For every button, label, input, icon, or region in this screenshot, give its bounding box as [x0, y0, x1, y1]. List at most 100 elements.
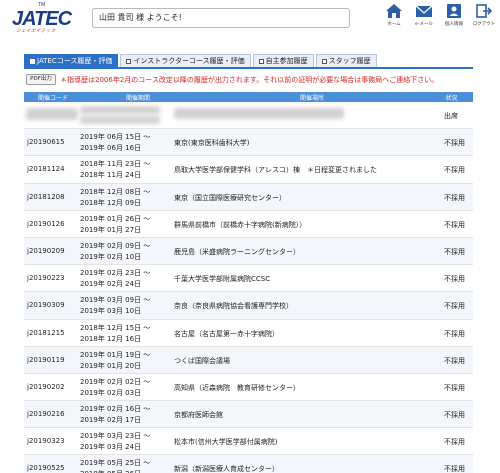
row-status: 不採用 [444, 411, 465, 420]
history-tabs: JATECコース履歴・評価 インストラクターコース履歴・評価 自主参加履歴 スタ… [24, 54, 379, 67]
tab-square-icon [126, 58, 132, 64]
email-label: e-メール [415, 22, 433, 27]
home-icon [386, 4, 402, 18]
row-place: 千葉大学医学部附属病院CCSC [174, 275, 271, 284]
logout-button[interactable]: ログアウト [471, 3, 497, 35]
profile-button[interactable]: 個人情報 [441, 3, 467, 35]
table-row: j20190309 2019年 03月 09日 〜 2019年 03月 10日 奈良（… [24, 292, 473, 320]
row-status: 出席 [444, 112, 458, 120]
tab-voluntary-participation[interactable]: 自主参加履歴 [252, 54, 314, 67]
row-status: 不採用 [444, 356, 465, 365]
table-row: j20190216 2019年 02月 16日 〜 2019年 02月 17日 京都府… [24, 401, 473, 429]
row-end-date: 2019年 02月 10日 [80, 252, 142, 261]
tab-instructor-course-history[interactable]: インストラクターコース履歴・評価 [120, 54, 251, 67]
row-end-date: 2018年 12月 16日 [80, 334, 142, 343]
table-row: j20190223 2019年 02月 23日 〜 2019年 02月 24日 千葉大… [24, 265, 473, 293]
header: TM JATEC ジェイエイテック 山田 貴司 様 ようこそ! ホーム e-メー… [0, 0, 500, 40]
row-end-date: 2019年 05月 26日 [80, 469, 141, 473]
row-code: j20190216 [27, 410, 65, 419]
row-end-date: 2019年 03月 24日 [80, 443, 142, 452]
pdf-export-button[interactable]: PDF出力 [26, 74, 56, 85]
column-header-code: 開催コード [37, 95, 68, 102]
row-code: j20190119 [27, 355, 65, 364]
column-header-place: 開催場所 [299, 95, 324, 102]
row-start-date: 2019年 06月 15日 〜 [80, 133, 151, 142]
logout-icon [476, 4, 493, 18]
tab-square-icon [258, 58, 264, 64]
table-row: j20190525 2019年 05月 25日 〜2019年 05月 26日 新潟（… [24, 455, 473, 473]
table-row: j20190615 2019年 06月 15日 〜 2019年 06月 16日 東京(… [24, 129, 473, 157]
tab-jatec-course-history[interactable]: JATECコース履歴・評価 [24, 54, 119, 67]
row-end-date: 2019年 02月 03日 [80, 388, 142, 397]
row-place: 奈良（奈良県病院協会看護専門学校） [174, 302, 293, 311]
table-row: j20190209 2019年 02月 09日 〜 2019年 02月 10日 鹿児島… [24, 237, 473, 266]
redacted-text [174, 108, 344, 119]
row-status: 不採用 [444, 139, 465, 148]
row-end-date: 2019年 03月 10日 [80, 307, 142, 316]
row-end-date: 2019年 06月 16日 [80, 144, 142, 153]
tab-square-icon [30, 58, 35, 64]
table-row: 出席 [24, 102, 473, 130]
row-place: 東京(東京医科歯科大学) [174, 139, 250, 148]
row-code: j20190202 [27, 382, 65, 391]
row-place: 松本市(信州大学医学部付属病院) [174, 438, 278, 447]
column-header-date: 開催期間 [125, 95, 150, 102]
row-start-date: 2019年 02月 09日 〜 [80, 241, 151, 250]
row-code: j20190615 [27, 138, 65, 147]
course-history-table: 出席 j20190615 2019年 06月 15日 〜 2019年 06月 16日東… [24, 102, 473, 473]
row-code: j20190323 [27, 437, 65, 446]
row-code: j20190525 [27, 464, 65, 473]
tab-label: インストラクターコース履歴・評価 [133, 57, 245, 65]
row-place: 高知県（近森病院 教育研修センター） [174, 383, 300, 392]
history-notice: ＊指導歴は2006年2月のコース改定以降の履歴が出力されます。それ以前の証明が必… [60, 76, 439, 84]
redacted-text [80, 106, 160, 114]
row-place: 名古屋（名古屋第一赤十字病院） [174, 329, 279, 338]
tab-label: JATECコース履歴・評価 [37, 57, 113, 65]
row-status: 不採用 [444, 329, 465, 338]
table-row: j20190126 2019年 01月 26日 〜 2019年 01月 27日 群馬県… [24, 211, 473, 238]
row-start-date: 2019年 02月 16日 〜 [80, 405, 151, 414]
row-end-date: 2019年 02月 24日 [80, 280, 142, 289]
table-row: j20181124 2018年 11月 23日 〜 2018年 11月 24日 鳥取大… [24, 156, 473, 184]
row-status: 不採用 [444, 166, 465, 175]
table-row: j20190323 2019年 03月 23日 〜 2019年 03月 24日 松本市… [24, 428, 473, 456]
tab-staff-history[interactable]: スタッフ履歴 [315, 54, 377, 67]
tab-label: 自主参加履歴 [265, 57, 308, 65]
row-end-date: 2018年 11月 24日 [80, 171, 142, 180]
row-status: 不採用 [444, 275, 465, 284]
row-code: j20190126 [27, 219, 65, 228]
logo-subtitle: ジェイエイテック [16, 29, 56, 34]
table-row: j20190119 2019年 01月 19日 〜 2019年 01月 20日 つくば… [24, 346, 473, 374]
home-label: ホーム [387, 22, 401, 27]
user-icon [447, 4, 461, 18]
row-place: 京都府医師会館 [174, 411, 223, 420]
row-place: 新潟（新潟医療人育成センター） [174, 465, 279, 473]
tab-label: スタッフ履歴 [328, 57, 371, 65]
row-code: j20181208 [27, 192, 65, 201]
home-button[interactable]: ホーム [381, 3, 407, 35]
row-start-date: 2019年 02月 02日 〜 [80, 377, 151, 386]
table-row: j20190202 2019年 02月 02日 〜 2019年 02月 03日 高知県… [24, 374, 473, 402]
profile-label: 個人情報 [445, 22, 463, 27]
table-row: j20181215 2018年 12月 15日 〜 2018年 12月 16日 名古屋… [24, 320, 473, 347]
row-place: 東京（国立国際医療研究センター） [174, 193, 286, 202]
row-start-date: 2019年 01月 19日 〜 [80, 350, 151, 359]
row-place: 鹿児島（米盛病院ラーニングセンター） [174, 247, 300, 256]
row-start-date: 2019年 05月 25日 〜 [80, 459, 151, 468]
row-status: 不採用 [444, 465, 465, 473]
row-code: j20190223 [27, 274, 65, 283]
row-code: j20181215 [27, 328, 65, 337]
email-button[interactable]: e-メール [411, 3, 437, 35]
row-status: 不採用 [444, 247, 465, 256]
row-end-date: 2018年 12月 09日 [80, 198, 142, 207]
redacted-text [26, 108, 78, 120]
row-status: 不採用 [444, 220, 465, 229]
row-end-date: 2019年 02月 17日 [80, 416, 142, 425]
jatec-logo[interactable]: TM JATEC ジェイエイテック [10, 2, 80, 34]
row-code: j20190309 [27, 301, 65, 310]
tab-underline [24, 67, 473, 69]
row-status: 不採用 [444, 438, 465, 447]
table-row: j20181208 2018年 12月 08日 〜 2018年 12月 09日 東京（… [24, 183, 473, 211]
row-end-date: 2019年 01月 20日 [80, 361, 142, 370]
row-start-date: 2018年 12月 08日 〜 [80, 187, 151, 196]
